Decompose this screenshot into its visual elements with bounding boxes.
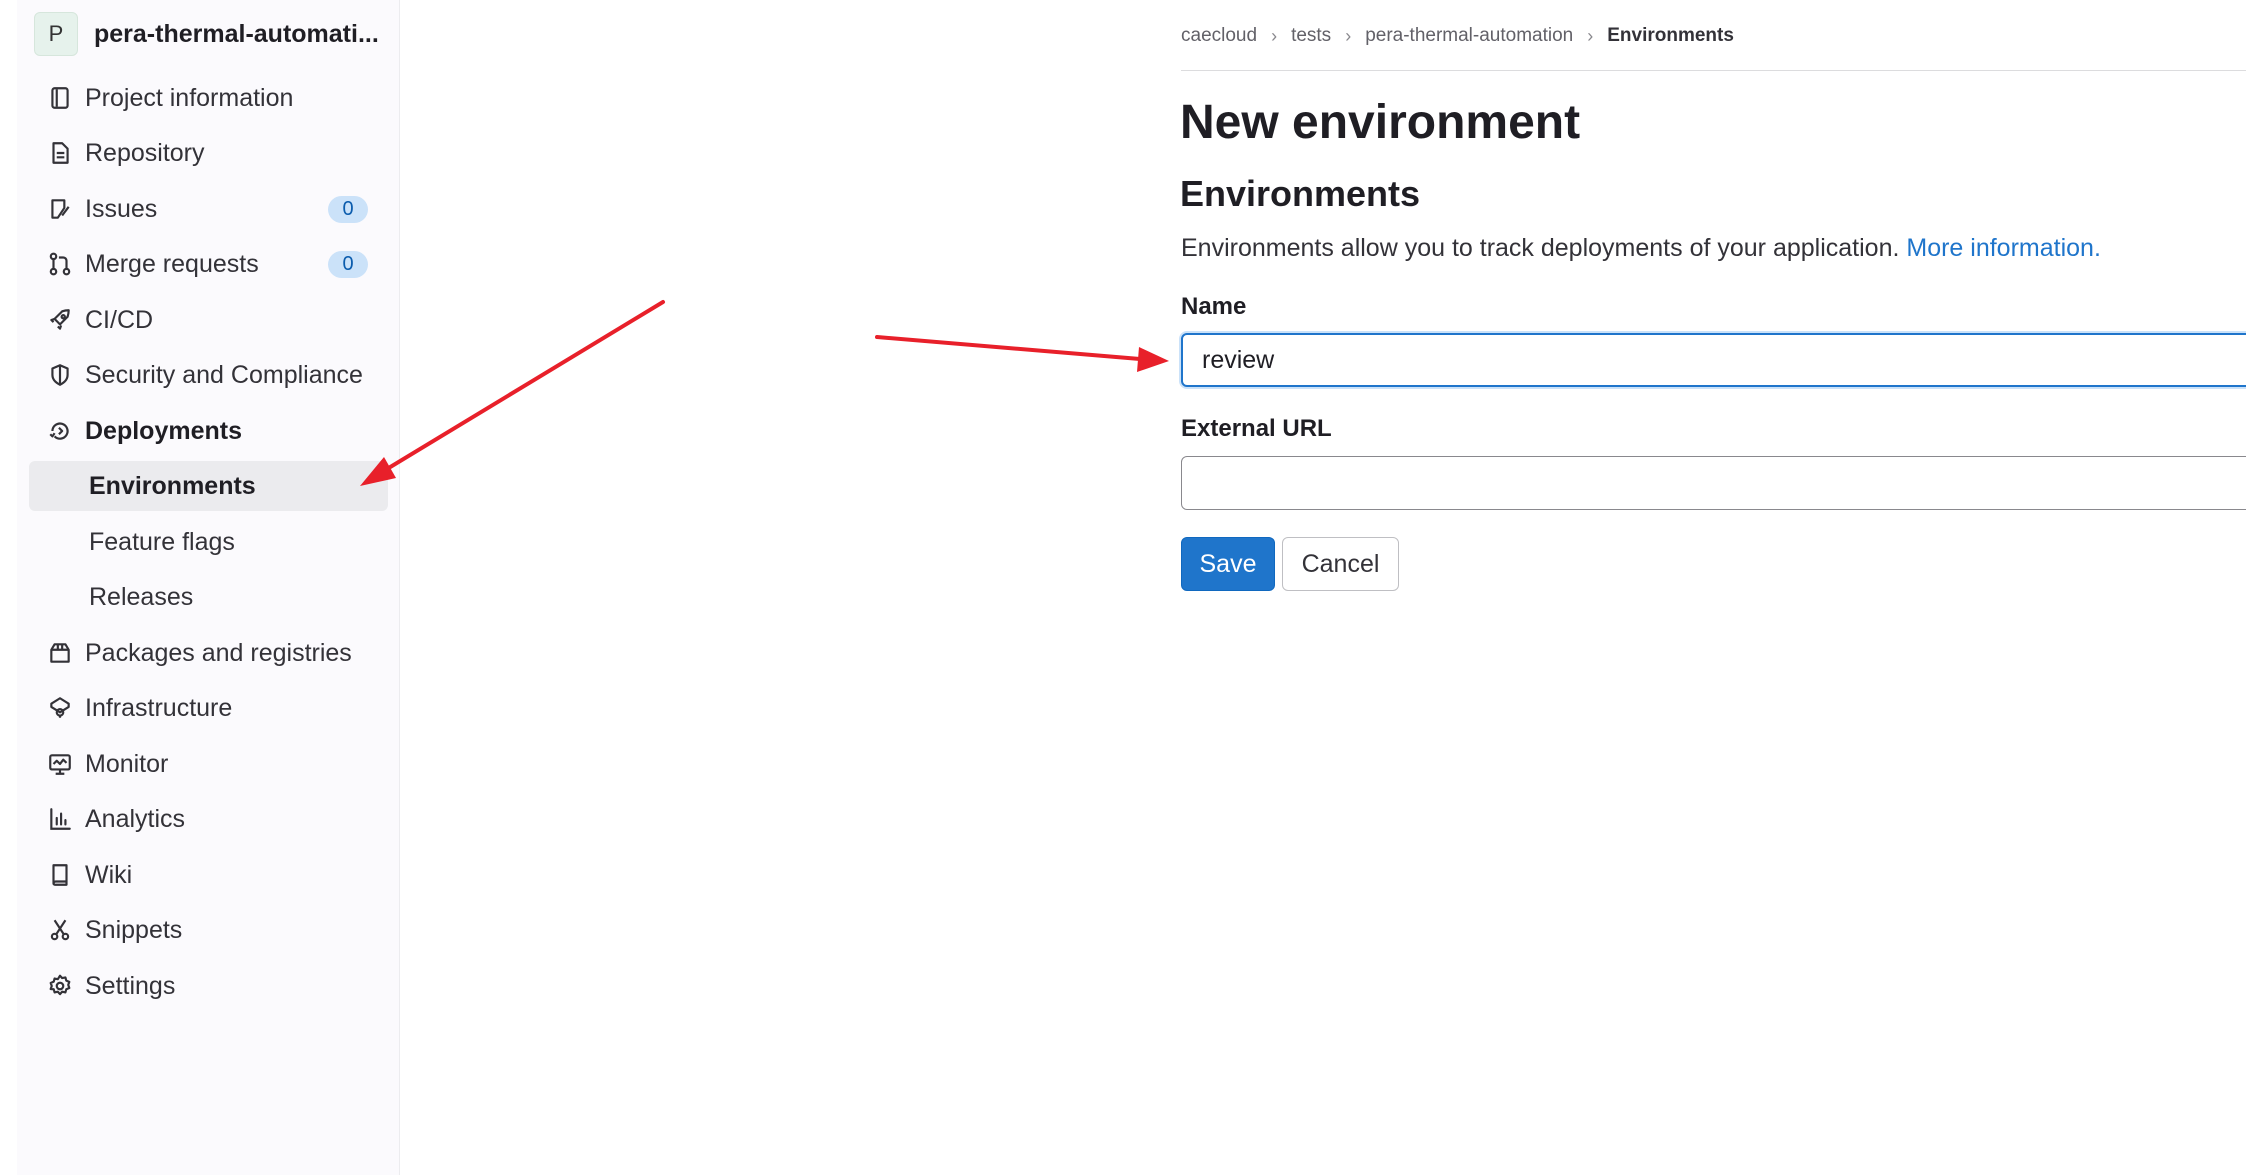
arrow-to-environments: [360, 300, 665, 486]
chevron-right-icon: ›: [1271, 25, 1278, 46]
cloud-gear-icon: [47, 695, 73, 721]
sidebar-item-label: Settings: [85, 971, 176, 1000]
header-divider: [1181, 70, 2246, 71]
sidebar-item-label: Project information: [85, 83, 294, 112]
breadcrumb-link-project[interactable]: pera-thermal-automation: [1365, 25, 1573, 47]
sidebar-item-label: Monitor: [85, 749, 169, 778]
sidebar-item-monitor[interactable]: Monitor: [17, 739, 399, 789]
merge-requests-count-badge: 0: [328, 251, 368, 278]
sidebar-item-snippets[interactable]: Snippets: [17, 905, 399, 955]
project-info-icon: [47, 85, 73, 111]
sidebar-item-label: Deployments: [85, 416, 242, 445]
issues-count-badge: 0: [328, 196, 368, 223]
sidebar-item-wiki[interactable]: Wiki: [17, 850, 399, 900]
sidebar-item-label: Repository: [85, 138, 205, 167]
project-name: pera-thermal-automati...: [94, 19, 379, 48]
breadcrumb-current[interactable]: Environments: [1607, 25, 1734, 47]
description-text: Environments allow you to track deployme…: [1181, 234, 1900, 262]
sidebar-item-label: Security and Compliance: [85, 360, 363, 389]
chart-icon: [47, 806, 73, 832]
sidebar-item-project-information[interactable]: Project information: [17, 73, 399, 123]
more-information-link[interactable]: More information.: [1906, 234, 2101, 262]
book-icon: [47, 862, 73, 888]
chevron-right-icon: ›: [1587, 25, 1594, 46]
sidebar-item-label: Merge requests: [85, 249, 259, 278]
sidebar-item-issues[interactable]: Issues 0: [17, 184, 399, 234]
project-header[interactable]: P pera-thermal-automati...: [34, 11, 379, 57]
sidebar-item-label: Snippets: [85, 915, 183, 944]
cancel-button[interactable]: Cancel: [1282, 537, 1399, 591]
issues-icon: [47, 196, 73, 222]
sidebar-item-label: Wiki: [85, 860, 133, 889]
shield-icon: [47, 362, 73, 388]
sidebar-item-label: Infrastructure: [85, 693, 233, 722]
sidebar-item-releases[interactable]: Releases: [17, 572, 399, 622]
breadcrumb: caecloud › tests › pera-thermal-automati…: [1181, 22, 1734, 50]
sidebar-item-repository[interactable]: Repository: [17, 128, 399, 178]
sidebar-item-label: Releases: [89, 582, 194, 611]
sidebar-item-settings[interactable]: Settings: [17, 961, 399, 1011]
sidebar-item-ci-cd[interactable]: CI/CD: [17, 295, 399, 345]
sidebar-item-feature-flags[interactable]: Feature flags: [17, 517, 399, 567]
sidebar-item-environments[interactable]: Environments: [29, 461, 388, 511]
chevron-right-icon: ›: [1345, 25, 1352, 46]
breadcrumb-link-group[interactable]: caecloud: [1181, 25, 1257, 47]
breadcrumb-link-subgroup[interactable]: tests: [1291, 25, 1331, 47]
package-icon: [47, 640, 73, 666]
name-input[interactable]: [1181, 333, 2246, 387]
sidebar-item-label: Packages and registries: [85, 638, 352, 667]
name-label: Name: [1181, 293, 1247, 320]
sidebar-item-security-and-compliance[interactable]: Security and Compliance: [17, 350, 399, 400]
scissors-icon: [47, 917, 73, 943]
section-description: Environments allow you to track deployme…: [1181, 232, 2101, 264]
sidebar-item-merge-requests[interactable]: Merge requests 0: [17, 239, 399, 289]
rocket-icon: [47, 307, 73, 333]
document-icon: [47, 140, 73, 166]
monitor-icon: [47, 751, 73, 777]
sidebar-item-analytics[interactable]: Analytics: [17, 794, 399, 844]
save-button[interactable]: Save: [1181, 537, 1275, 591]
arrow-to-name-input: [875, 335, 1169, 372]
sidebar-item-packages-and-registries[interactable]: Packages and registries: [17, 628, 399, 678]
external-url-label: External URL: [1181, 415, 1332, 442]
sidebar-item-label: Feature flags: [89, 527, 235, 556]
sidebar-item-label: Issues: [85, 194, 158, 223]
sidebar-item-label: Environments: [89, 471, 256, 500]
gear-icon: [47, 973, 73, 999]
external-url-input[interactable]: [1181, 456, 2246, 510]
sidebar-item-deployments[interactable]: Deployments: [17, 406, 399, 456]
project-avatar: P: [34, 12, 78, 56]
sidebar-item-label: CI/CD: [85, 305, 154, 334]
merge-request-icon: [47, 251, 73, 277]
section-title: Environments: [1180, 173, 1421, 214]
deployments-icon: [47, 418, 73, 444]
sidebar-item-label: Analytics: [85, 804, 186, 833]
sidebar: P pera-thermal-automati... Project infor…: [17, 0, 400, 1175]
page-title: New environment: [1180, 96, 1581, 149]
sidebar-item-infrastructure[interactable]: Infrastructure: [17, 683, 399, 733]
